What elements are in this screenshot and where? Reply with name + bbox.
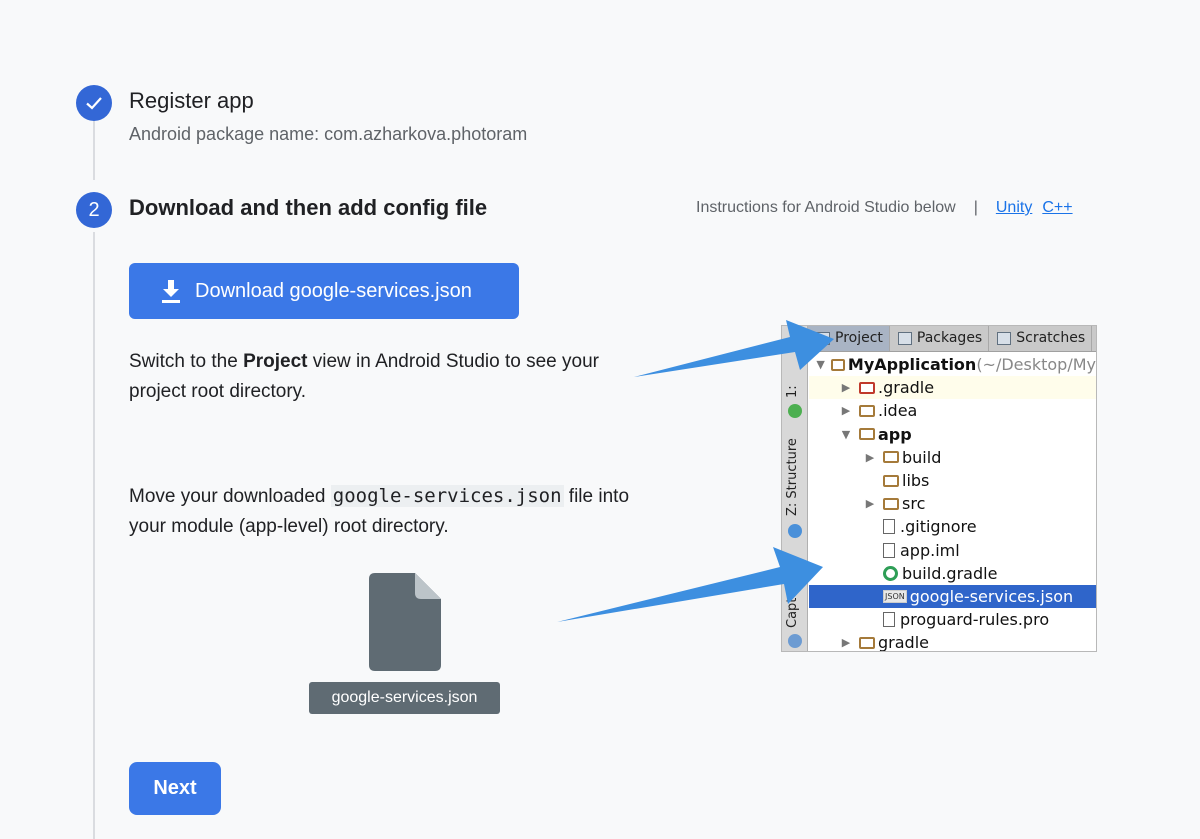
instructions-text: Instructions for Android Studio below: [696, 199, 956, 216]
project-view-instruction: Switch to the Project view in Android St…: [129, 351, 599, 402]
tree-item-label: app: [878, 424, 912, 444]
tree-item[interactable]: app.iml: [809, 539, 1096, 562]
step-connector: [93, 232, 95, 839]
folder-icon: [859, 428, 875, 441]
tree-item-label: google-services.json: [909, 586, 1074, 606]
step-connector: [93, 120, 95, 180]
collapsed-arrow-icon[interactable]: ▶: [839, 404, 853, 417]
file-label: google-services.json: [309, 682, 500, 714]
tree-item[interactable]: ▼ app: [809, 423, 1096, 446]
tree-item-path: (~/Desktop/My: [976, 355, 1096, 375]
folder-icon: [883, 497, 899, 510]
android-studio-screenshot: 1: Z: Structure Captur Project Packages …: [781, 325, 1097, 652]
tree-item[interactable]: libs: [809, 469, 1096, 492]
tree-item-label: build.gradle: [902, 563, 998, 583]
side-label-captures: Captur: [785, 584, 800, 628]
step1-check-icon: [76, 85, 112, 121]
file-icon: [883, 519, 895, 535]
tree-item[interactable]: proguard-rules.pro: [809, 608, 1096, 631]
step2-number: 2: [76, 192, 112, 228]
captures-icon: [788, 634, 802, 648]
tree-item[interactable]: ▶ .idea: [809, 399, 1096, 422]
collapsed-arrow-icon[interactable]: ▶: [863, 451, 877, 464]
collapsed-arrow-icon[interactable]: ▶: [839, 636, 853, 649]
folder-icon: [859, 404, 875, 417]
separator: |: [973, 199, 978, 216]
collapsed-arrow-icon[interactable]: ▶: [839, 381, 853, 394]
tree-item[interactable]: ▶ .gradle: [809, 376, 1096, 400]
structure-icon: [788, 524, 802, 538]
file-icon: [883, 612, 895, 628]
step1-title: Register app: [129, 88, 254, 113]
download-config-button[interactable]: Download google-services.json: [129, 263, 519, 319]
project-icon: [816, 332, 830, 345]
cpp-link[interactable]: C++: [1042, 199, 1072, 217]
step2-title: Download and then add config file: [129, 195, 488, 220]
tree-item-label: .gradle: [878, 378, 935, 398]
step1-subtitle: Android package name: com.azharkova.phot…: [129, 124, 528, 144]
tree-item-label: gradle: [878, 633, 929, 652]
tree-item[interactable]: build.gradle: [809, 562, 1096, 585]
tree-item-label: proguard-rules.pro: [900, 610, 1050, 630]
next-button[interactable]: Next: [129, 762, 221, 815]
gradle-icon: [883, 565, 898, 581]
json-file-icon[interactable]: [369, 573, 441, 671]
android-icon: [788, 404, 802, 418]
platform-instructions: Instructions for Android Studio below | …: [696, 199, 1083, 217]
tree-item[interactable]: ▶ build: [809, 446, 1096, 469]
ide-tabs: Project Packages Scratches: [808, 326, 1096, 352]
unity-link[interactable]: Unity: [996, 199, 1032, 217]
download-button-label: Download google-services.json: [195, 279, 472, 302]
tree-item[interactable]: ▼ MyApplication (~/Desktop/My: [809, 353, 1096, 376]
tree-item-label: src: [902, 494, 926, 514]
tree-item[interactable]: .gitignore: [809, 515, 1096, 538]
json-file-icon: JSON: [883, 589, 907, 603]
folder-icon: [883, 474, 899, 487]
scratches-icon: [997, 332, 1012, 345]
expanded-arrow-icon[interactable]: ▼: [839, 428, 853, 441]
tree-item-label: build: [902, 447, 942, 467]
move-file-instruction: Move your downloaded google-services.jso…: [129, 485, 630, 537]
folder-icon: [883, 451, 899, 464]
tab-packages[interactable]: Packages: [890, 326, 990, 351]
folder-icon: [859, 381, 875, 394]
expanded-arrow-icon[interactable]: ▼: [815, 358, 826, 371]
tree-item-label: .gitignore: [900, 517, 977, 537]
project-tree: ▼ MyApplication (~/Desktop/My ▶ .gradle ▶ .id…: [809, 353, 1096, 652]
filename-code: google-services.json: [330, 485, 564, 507]
file-icon: [883, 542, 895, 558]
tree-item[interactable]: ▶ src: [809, 492, 1096, 515]
side-label-project: 1:: [785, 385, 800, 398]
folder-icon: [831, 358, 845, 371]
tree-item-label: app.iml: [900, 540, 960, 560]
folder-icon: [859, 636, 875, 649]
tree-item-label: .idea: [878, 401, 918, 421]
tree-item-label: MyApplication: [847, 355, 977, 375]
download-icon: [162, 280, 180, 303]
tree-item-label: libs: [902, 471, 930, 491]
packages-icon: [897, 332, 912, 345]
ide-sidebar: 1: Z: Structure Captur: [782, 326, 808, 651]
tab-scratches[interactable]: Scratches: [989, 326, 1093, 351]
tab-project[interactable]: Project: [808, 326, 890, 351]
collapsed-arrow-icon[interactable]: ▶: [863, 497, 877, 510]
side-label-structure: Z: Structure: [785, 438, 800, 516]
tree-item[interactable]: ▶ gradle: [809, 631, 1096, 652]
tree-item[interactable]: JSON google-services.json: [809, 584, 1096, 609]
